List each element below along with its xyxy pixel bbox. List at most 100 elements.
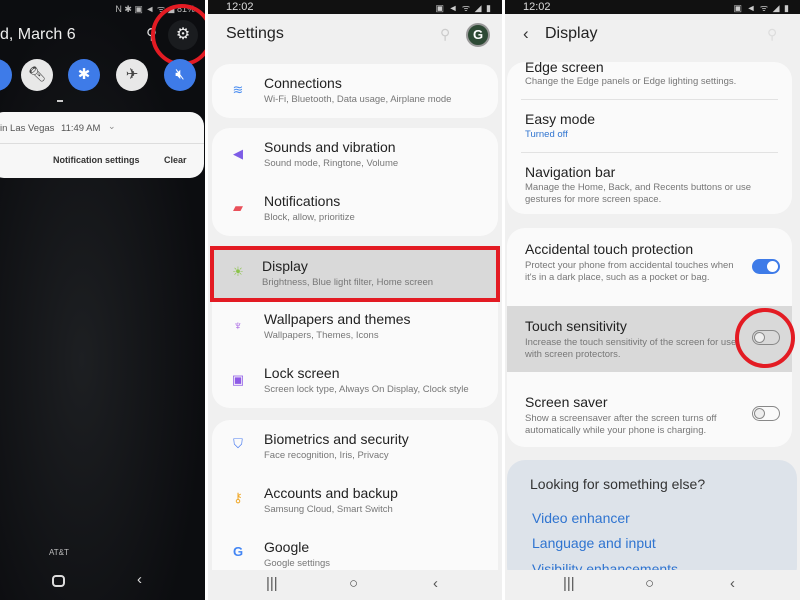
- page-indicator: [57, 100, 63, 102]
- chevron-down-icon[interactable]: ⌄: [108, 121, 116, 132]
- item-subtitle: Samsung Cloud, Smart Switch: [264, 504, 393, 515]
- item-title: Biometrics and security: [264, 431, 409, 447]
- settings-item-sounds[interactable]: ◀ Sounds and vibration Sound mode, Ringt…: [212, 128, 498, 182]
- back-button[interactable]: ‹: [137, 571, 142, 588]
- item-title: Easy mode: [525, 111, 596, 127]
- looking-title: Looking for something else?: [530, 476, 706, 492]
- item-subtitle: Brightness, Blue light filter, Home scre…: [262, 277, 434, 288]
- back-button[interactable]: ‹: [433, 575, 438, 592]
- notification-text: in Las Vegas: [0, 123, 55, 134]
- notification-panel: N ✱ ▣ ◄ ᯤ ◢ 81% d, March 6 ⚲ ⚙ 🔦︎ ✱ ✈ 🔇︎…: [0, 0, 205, 600]
- item-title: Accounts and backup: [264, 485, 398, 501]
- status-time: 12:02: [226, 1, 254, 13]
- item-title: Notifications: [264, 193, 341, 209]
- navigation-bar: ||| ○ ‹: [208, 570, 502, 600]
- link-language-input[interactable]: Language and input: [532, 535, 656, 551]
- item-title: Wallpapers and themes: [264, 311, 411, 327]
- display-settings-screen: 12:02 ▣ ◄ ᯤ ◢ ▮ ‹ Display ⚲ Edge screen C…: [505, 0, 800, 600]
- home-button[interactable]: ○: [349, 575, 358, 592]
- settings-group-4: ⛉ Biometrics and security Face recogniti…: [212, 420, 498, 590]
- recents-button[interactable]: |||: [563, 575, 575, 592]
- volume-icon: ◀: [233, 146, 243, 161]
- recents-button[interactable]: |||: [266, 575, 278, 592]
- display-group-2: Accidental touch protection Protect your…: [507, 228, 795, 447]
- item-subtitle: Increase the touch sensitivity of the sc…: [525, 337, 737, 360]
- item-title: Accidental touch protection: [525, 241, 694, 257]
- settings-item-accounts[interactable]: ⚷ Accounts and backup Samsung Cloud, Sma…: [212, 474, 498, 528]
- item-subtitle: Manage the Home, Back, and Recents butto…: [525, 182, 752, 205]
- settings-item-notifications[interactable]: ▰ Notifications Block, allow, prioritize: [212, 182, 498, 236]
- screen-saver-toggle[interactable]: [752, 406, 780, 421]
- clear-button[interactable]: Clear: [164, 155, 187, 165]
- item-subtitle: Protect your phone from accidental touch…: [525, 260, 734, 283]
- item-subtitle: Show a screensaver after the screen turn…: [525, 413, 717, 436]
- settings-item-wallpapers[interactable]: ♆ Wallpapers and themes Wallpapers, Them…: [212, 302, 498, 356]
- item-subtitle: Sound mode, Ringtone, Volume: [264, 158, 399, 169]
- settings-group-1: ≋ Connections Wi-Fi, Bluetooth, Data usa…: [212, 64, 498, 118]
- page-title: Settings: [226, 25, 284, 42]
- link-video-enhancer[interactable]: Video enhancer: [532, 510, 630, 526]
- settings-group-2: ◀ Sounds and vibration Sound mode, Ringt…: [212, 128, 498, 236]
- brightness-icon: ☀: [232, 264, 244, 279]
- item-title: Screen saver: [525, 394, 608, 410]
- item-title: Sounds and vibration: [264, 139, 396, 155]
- item-accidental-touch[interactable]: Accidental touch protection Protect your…: [507, 228, 792, 306]
- search-icon[interactable]: ⚲: [440, 26, 450, 43]
- date: d, March 6: [0, 26, 76, 43]
- status-time: 12:02: [523, 1, 551, 13]
- notification-card[interactable]: in Las Vegas 11:49 AM ⌄ Notification set…: [0, 112, 204, 178]
- home-button[interactable]: ○: [645, 575, 654, 592]
- item-title: Touch sensitivity: [525, 318, 627, 334]
- display-group-1: Edge screen Change the Edge panels or Ed…: [507, 62, 792, 214]
- quick-toggle-partial[interactable]: [0, 59, 12, 91]
- settings-item-display[interactable]: ☀ Display Brightness, Blue light filter,…: [210, 246, 500, 302]
- item-title: Google: [264, 539, 310, 555]
- google-icon: G: [232, 544, 244, 559]
- settings-item-lock-screen[interactable]: ▣ Lock screen Screen lock type, Always O…: [212, 356, 498, 408]
- accidental-touch-toggle[interactable]: [752, 259, 780, 274]
- status-bar: 12:02 ▣ ◄ ᯤ ◢ ▮: [505, 0, 800, 14]
- mute-icon[interactable]: 🔇︎: [164, 59, 196, 91]
- item-subtitle: Wi-Fi, Bluetooth, Data usage, Airplane m…: [264, 94, 452, 105]
- brush-icon: ♆: [233, 318, 243, 333]
- highlight-circle: [735, 308, 795, 368]
- page-title: Display: [545, 25, 598, 42]
- flashlight-icon[interactable]: 🔦︎: [21, 59, 53, 91]
- status-bar: 12:02 ▣ ◄ ᯤ ◢ ▮: [208, 0, 502, 14]
- key-icon: ⚷: [233, 490, 243, 505]
- item-title: Navigation bar: [525, 164, 616, 180]
- shield-icon: ⛉: [233, 436, 243, 451]
- item-title: Connections: [264, 75, 342, 91]
- item-navigation-bar[interactable]: Navigation bar Manage the Home, Back, an…: [507, 158, 792, 214]
- search-icon[interactable]: ⚲: [767, 26, 777, 43]
- item-subtitle: Block, allow, prioritize: [264, 212, 355, 223]
- bluetooth-icon[interactable]: ✱: [68, 59, 100, 91]
- item-subtitle: Wallpapers, Themes, Icons: [264, 330, 379, 341]
- avatar[interactable]: G: [466, 23, 490, 47]
- notification-time: 11:49 AM: [61, 123, 101, 134]
- notification-settings-button[interactable]: Notification settings: [53, 155, 140, 165]
- highlight-circle: [151, 4, 205, 66]
- back-arrow-icon[interactable]: ‹: [523, 24, 529, 44]
- item-title: Edge screen: [525, 62, 604, 75]
- settings-group-3: ☀ Display Brightness, Blue light filter,…: [210, 246, 500, 408]
- item-easy-mode[interactable]: Easy mode Turned off: [507, 106, 792, 158]
- home-button[interactable]: [52, 575, 65, 587]
- settings-item-biometrics[interactable]: ⛉ Biometrics and security Face recogniti…: [212, 420, 498, 474]
- settings-item-connections[interactable]: ≋ Connections Wi-Fi, Bluetooth, Data usa…: [212, 64, 498, 118]
- airplane-icon[interactable]: ✈: [116, 59, 148, 91]
- item-screen-saver[interactable]: Screen saver Show a screensaver after th…: [507, 372, 792, 447]
- back-button[interactable]: ‹: [730, 575, 735, 592]
- notification-icon: ▰: [233, 200, 243, 215]
- item-subtitle: Face recognition, Iris, Privacy: [264, 450, 389, 461]
- lock-icon: ▣: [231, 372, 245, 387]
- wifi-icon: ≋: [232, 82, 244, 97]
- item-title: Lock screen: [264, 365, 340, 381]
- navigation-bar: ||| ○ ‹: [505, 570, 800, 600]
- item-touch-sensitivity[interactable]: Touch sensitivity Increase the touch sen…: [507, 306, 795, 372]
- item-subtitle: Change the Edge panels or Edge lighting …: [525, 76, 737, 87]
- item-subtitle: Google settings: [264, 558, 331, 569]
- item-status: Turned off: [525, 129, 568, 140]
- item-title: Display: [262, 258, 308, 274]
- settings-screen: 12:02 ▣ ◄ ᯤ ◢ ▮ Settings ⚲ G ≋ Connection…: [208, 0, 502, 600]
